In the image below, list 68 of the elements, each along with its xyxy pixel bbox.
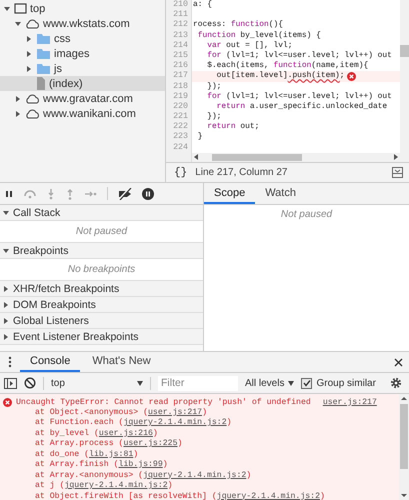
source-link[interactable]: jquery-2.1.4.min.js:2 [123, 418, 227, 427]
tree-label: top [30, 2, 46, 14]
line-number: 224 [172, 142, 189, 153]
section-header[interactable]: XHR/fetch Breakpoints [0, 281, 203, 297]
stack-frame: at by_level (user.js:216) [0, 428, 399, 439]
line-number: 220 [172, 102, 189, 112]
line-number: 219 [172, 92, 189, 102]
tree-label: www.wanikani.com [43, 108, 136, 120]
source-link[interactable]: user.js:217 [148, 408, 202, 416]
cursor-position: Line 217, Column 27 [195, 167, 288, 178]
section-header[interactable]: DOM Breakpoints [0, 297, 203, 313]
source-link[interactable]: jquery-2.1.4.min.js:2 [216, 492, 320, 500]
stack-frame: at j (jquery-2.1.4.min.js:2) [0, 481, 399, 492]
tree-item[interactable]: top [0, 1, 165, 16]
source-link[interactable]: user.js:217 [322, 398, 377, 407]
source-link[interactable]: user.js:225 [123, 439, 178, 448]
tree-label: js [54, 62, 62, 74]
line-number: 210 [172, 0, 189, 10]
source-link[interactable]: lib.js:81 [89, 450, 134, 458]
line-number: 223 [172, 132, 189, 143]
line-number: 211 [172, 10, 189, 20]
source-link[interactable]: jquery-2.1.4.min.js:2 [64, 481, 168, 490]
line-number: 213 [172, 30, 189, 41]
line-number: 212 [172, 20, 189, 31]
section-header[interactable]: Event Listener Breakpoints [0, 329, 203, 345]
tree-item[interactable]: js [0, 61, 165, 76]
section-header[interactable]: Global Listeners [0, 313, 203, 329]
stack-frame: at Array.<anonymous> (jquery-2.1.4.min.js:2) [0, 470, 399, 481]
line-number: 222 [172, 122, 189, 132]
checkbox-label: Group similar [316, 378, 376, 388]
tree-label: css [54, 32, 70, 44]
line-number: 216 [172, 61, 189, 72]
tree-item[interactable]: css [0, 31, 165, 46]
tree-label: images [54, 48, 90, 60]
tree-item[interactable]: (index) [0, 76, 165, 91]
line-number: 215 [172, 50, 189, 62]
tree-label: www.gravatar.com [43, 92, 133, 104]
line-number: 214 [172, 40, 189, 51]
stack-frame: at Array.finish (lib.js:99) [0, 460, 399, 470]
stack-frame: at Object.<anonymous> (user.js:217) [0, 408, 399, 418]
empty-message: Not paused [280, 208, 332, 220]
tree-item[interactable]: www.wkstats.com [0, 16, 165, 31]
empty-message: Not paused [76, 226, 128, 237]
context-select[interactable]: top [51, 378, 143, 388]
tree-label: www.wkstats.com [43, 18, 130, 30]
section-header[interactable]: Breakpoints [0, 243, 203, 259]
source-link[interactable]: jquery-2.1.4.min.js:2 [143, 470, 246, 480]
format-button[interactable]: {} [174, 166, 188, 178]
error-message: Uncaught TypeError: Cannot read property 'push' of undefined [16, 398, 311, 407]
tab[interactable]: What's New [82, 352, 161, 372]
line-number: 218 [172, 82, 189, 92]
stack-frame: at Function.each (jquery-2.1.4.min.js:2) [0, 418, 399, 428]
stack-frame: at Object.fireWith [as resolveWith] (jquery-2.1.4.min.js:2) [0, 492, 399, 500]
filter-field[interactable]: Filter [158, 376, 238, 390]
source-link[interactable]: user.js:216 [98, 428, 153, 438]
empty-message: No breakpoints [68, 264, 136, 275]
stack-frame: at do_one (lib.js:81) [0, 450, 399, 460]
stack-frame: at Array.process (user.js:225) [0, 439, 399, 450]
line-number: 221 [172, 112, 189, 122]
tree-label: (index) [49, 78, 83, 90]
tab[interactable]: Watch [255, 183, 306, 204]
log-levels-select[interactable]: All levels [245, 378, 294, 388]
tree-item[interactable]: www.gravatar.com [0, 91, 165, 106]
section-header[interactable]: Call Stack [0, 205, 203, 221]
tree-item[interactable]: www.wanikani.com [0, 106, 165, 121]
line-number: 217 [172, 71, 189, 82]
source-link[interactable]: lib.js:99 [118, 460, 163, 469]
tree-item[interactable]: images [0, 46, 165, 61]
